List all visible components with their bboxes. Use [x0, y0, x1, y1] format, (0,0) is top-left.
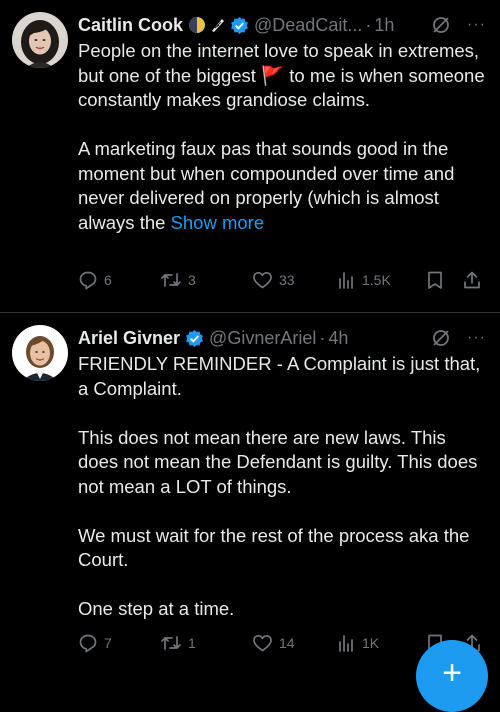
views-button[interactable]: 1.5K	[336, 270, 426, 290]
timestamp[interactable]: 4h	[328, 328, 348, 349]
more-icon[interactable]: ···	[467, 329, 486, 347]
tweet-actions: 6 3 33 1.5K	[78, 270, 486, 290]
feather-icon	[212, 19, 225, 32]
author-name[interactable]: Caitlin Cook	[78, 15, 183, 36]
share-button[interactable]	[462, 270, 482, 290]
more-icon[interactable]: ···	[467, 16, 486, 34]
repost-count: 1	[188, 635, 196, 651]
author-handle[interactable]: @GivnerAriel	[209, 328, 316, 349]
bookmark-button[interactable]	[426, 270, 462, 290]
tweet-paragraph: This does not mean there are new laws. T…	[78, 426, 478, 497]
reply-button[interactable]: 6	[78, 270, 160, 290]
tweet-paragraph: We must wait for the rest of the process…	[78, 524, 470, 571]
moon-icon	[189, 17, 206, 33]
tweet-paragraph: A marketing faux pas that sounds good in…	[78, 137, 486, 235]
repost-button[interactable]: 1	[160, 633, 252, 653]
like-count: 14	[279, 635, 295, 651]
avatar[interactable]	[12, 325, 68, 381]
grok-icon[interactable]	[431, 328, 451, 348]
profile-badges	[185, 329, 204, 348]
reply-icon	[79, 271, 97, 290]
like-count: 33	[279, 272, 295, 288]
like-button[interactable]: 33	[252, 270, 336, 290]
author-handle[interactable]: @DeadCait...	[254, 15, 362, 36]
tweet-actions: 7 1 14 1K	[78, 633, 486, 653]
plus-icon: +	[442, 654, 462, 692]
reply-count: 7	[104, 635, 112, 651]
tweet-header: Caitlin Cook @DeadCait... · 1h ···	[78, 12, 486, 38]
verified-icon	[186, 329, 203, 347]
tweet-paragraph: People on the internet love to speak in …	[78, 40, 485, 110]
repost-icon	[161, 273, 181, 287]
reply-button[interactable]: 7	[78, 633, 160, 653]
show-more-link[interactable]: Show more	[171, 212, 265, 233]
repost-count: 3	[188, 272, 196, 288]
tweet-paragraph: FRIENDLY REMINDER - A Complaint is just …	[78, 353, 481, 399]
like-icon	[253, 271, 272, 289]
view-count: 1K	[362, 635, 380, 651]
author-name[interactable]: Ariel Givner	[78, 328, 180, 349]
reply-count: 6	[104, 272, 112, 288]
tweet-text: FRIENDLY REMINDER - A Complaint is just …	[78, 352, 486, 622]
views-icon	[339, 635, 353, 652]
timestamp[interactable]: 1h	[374, 15, 394, 36]
repost-button[interactable]: 3	[160, 270, 252, 290]
tweet-paragraph-text: A marketing faux pas that sounds good in…	[78, 138, 455, 233]
separator-dot: ·	[365, 14, 372, 35]
tweet[interactable]: Ariel Givner @GivnerAriel · 4h ··· FRIEN…	[0, 313, 500, 677]
compose-button[interactable]: +	[416, 640, 488, 712]
grok-icon[interactable]	[431, 15, 451, 35]
share-icon	[464, 271, 480, 289]
tweet-text: People on the internet love to speak in …	[78, 39, 486, 235]
views-button[interactable]: 1K	[336, 633, 426, 653]
view-count: 1.5K	[362, 272, 391, 288]
tweet[interactable]: Caitlin Cook @DeadCait... · 1h ··· Peopl…	[0, 0, 500, 313]
reply-icon	[79, 634, 97, 653]
separator-dot: ·	[319, 327, 326, 348]
profile-badges	[188, 16, 249, 35]
bookmark-icon	[428, 271, 442, 289]
repost-icon	[161, 636, 181, 650]
tweet-header: Ariel Givner @GivnerAriel · 4h ···	[78, 325, 486, 351]
like-icon	[253, 634, 272, 652]
like-button[interactable]: 14	[252, 633, 336, 653]
views-icon	[339, 272, 353, 289]
verified-icon	[231, 16, 248, 34]
tweet-paragraph: One step at a time.	[78, 598, 235, 619]
avatar[interactable]	[12, 12, 68, 68]
